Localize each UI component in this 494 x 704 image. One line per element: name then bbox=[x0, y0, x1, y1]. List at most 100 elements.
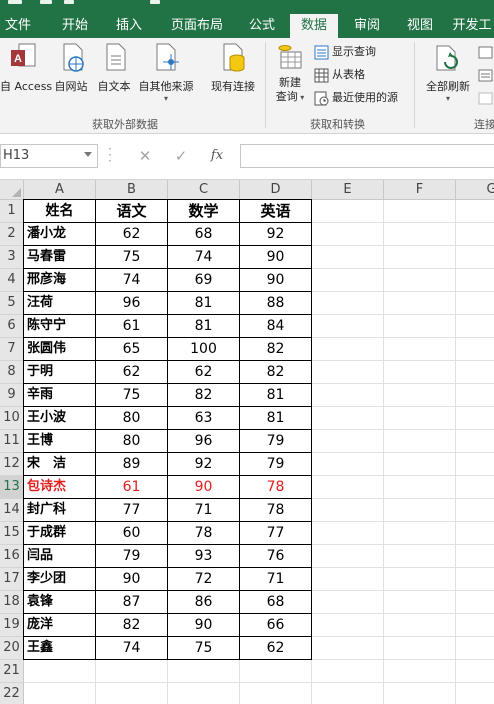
cell-b5[interactable]: 96 bbox=[96, 292, 168, 315]
cell-f2[interactable] bbox=[384, 223, 456, 246]
column-header-b[interactable]: B bbox=[96, 180, 168, 200]
cell-g2[interactable] bbox=[456, 223, 494, 246]
cell-a18[interactable]: 袁锋 bbox=[24, 591, 96, 614]
row-header-20[interactable]: 20 bbox=[0, 637, 24, 660]
cell-a11[interactable]: 王博 bbox=[24, 430, 96, 453]
cell-g8[interactable] bbox=[456, 361, 494, 384]
cell-a2[interactable]: 潘小龙 bbox=[24, 223, 96, 246]
tab-0[interactable]: 文件 bbox=[0, 14, 36, 38]
tab-8[interactable]: 开发工 bbox=[450, 14, 494, 38]
cell-a19[interactable]: 庞洋 bbox=[24, 614, 96, 637]
cell-e10[interactable] bbox=[312, 407, 384, 430]
cell-f19[interactable] bbox=[384, 614, 456, 637]
tab-5[interactable]: 数据 bbox=[290, 14, 338, 38]
select-all-button[interactable] bbox=[0, 180, 24, 200]
column-header-f[interactable]: F bbox=[384, 180, 456, 200]
cell-e6[interactable] bbox=[312, 315, 384, 338]
cell-b4[interactable]: 74 bbox=[96, 269, 168, 292]
cell-a5[interactable]: 汪荷 bbox=[24, 292, 96, 315]
cell-b9[interactable]: 75 bbox=[96, 384, 168, 407]
cell-c13[interactable]: 90 bbox=[168, 476, 240, 499]
cell-d13[interactable]: 78 bbox=[240, 476, 312, 499]
row-header-11[interactable]: 11 bbox=[0, 430, 24, 453]
cell-c20[interactable]: 75 bbox=[168, 637, 240, 660]
cell-b3[interactable]: 75 bbox=[96, 246, 168, 269]
cell-a4[interactable]: 邢彦海 bbox=[24, 269, 96, 292]
cell-d14[interactable]: 78 bbox=[240, 499, 312, 522]
cell-a15[interactable]: 于成群 bbox=[24, 522, 96, 545]
column-header-e[interactable]: E bbox=[312, 180, 384, 200]
row-header-14[interactable]: 14 bbox=[0, 499, 24, 522]
cell-g14[interactable] bbox=[456, 499, 494, 522]
cell-e9[interactable] bbox=[312, 384, 384, 407]
cell-f1[interactable] bbox=[384, 200, 456, 223]
cell-g17[interactable] bbox=[456, 568, 494, 591]
cell-c22[interactable] bbox=[168, 683, 240, 704]
column-header-c[interactable]: C bbox=[168, 180, 240, 200]
row-header-21[interactable]: 21 bbox=[0, 660, 24, 683]
cell-e11[interactable] bbox=[312, 430, 384, 453]
row-header-1[interactable]: 1 bbox=[0, 200, 24, 223]
cell-g16[interactable] bbox=[456, 545, 494, 568]
formula-bar-grip-icon[interactable]: · · · bbox=[108, 143, 112, 167]
properties-small-button[interactable] bbox=[478, 65, 494, 85]
cell-e2[interactable] bbox=[312, 223, 384, 246]
row-header-4[interactable]: 4 bbox=[0, 269, 24, 292]
row-header-8[interactable]: 8 bbox=[0, 361, 24, 384]
cell-b1[interactable]: 语文 bbox=[96, 200, 168, 223]
tab-4[interactable]: 公式 bbox=[240, 14, 284, 38]
row-header-18[interactable]: 18 bbox=[0, 591, 24, 614]
cell-f21[interactable] bbox=[384, 660, 456, 683]
cell-a16[interactable]: 闫品 bbox=[24, 545, 96, 568]
cell-b14[interactable]: 77 bbox=[96, 499, 168, 522]
cell-c15[interactable]: 78 bbox=[168, 522, 240, 545]
cell-e5[interactable] bbox=[312, 292, 384, 315]
from-web-button[interactable]: 自网站 bbox=[50, 42, 92, 94]
cell-d19[interactable]: 66 bbox=[240, 614, 312, 637]
show-queries-button[interactable]: 显示查询 bbox=[314, 42, 376, 62]
cell-g19[interactable] bbox=[456, 614, 494, 637]
cell-d5[interactable]: 88 bbox=[240, 292, 312, 315]
cell-g10[interactable] bbox=[456, 407, 494, 430]
row-header-6[interactable]: 6 bbox=[0, 315, 24, 338]
cell-c14[interactable]: 71 bbox=[168, 499, 240, 522]
cell-g13[interactable] bbox=[456, 476, 494, 499]
cell-c4[interactable]: 69 bbox=[168, 269, 240, 292]
cancel-button[interactable]: ✕ bbox=[130, 146, 160, 166]
cell-g9[interactable] bbox=[456, 384, 494, 407]
cell-d21[interactable] bbox=[240, 660, 312, 683]
cell-a10[interactable]: 王小波 bbox=[24, 407, 96, 430]
cell-e16[interactable] bbox=[312, 545, 384, 568]
from-other-sources-button[interactable]: 自其他来源 ▾ bbox=[135, 42, 197, 103]
cell-g11[interactable] bbox=[456, 430, 494, 453]
cell-e12[interactable] bbox=[312, 453, 384, 476]
cell-b12[interactable]: 89 bbox=[96, 453, 168, 476]
cell-f13[interactable] bbox=[384, 476, 456, 499]
cell-f4[interactable] bbox=[384, 269, 456, 292]
cell-e22[interactable] bbox=[312, 683, 384, 704]
cell-a21[interactable] bbox=[24, 660, 96, 683]
cell-c11[interactable]: 96 bbox=[168, 430, 240, 453]
cell-a14[interactable]: 封广科 bbox=[24, 499, 96, 522]
row-header-7[interactable]: 7 bbox=[0, 338, 24, 361]
cell-f15[interactable] bbox=[384, 522, 456, 545]
cell-b13[interactable]: 61 bbox=[96, 476, 168, 499]
cell-d18[interactable]: 68 bbox=[240, 591, 312, 614]
cell-f12[interactable] bbox=[384, 453, 456, 476]
cell-d10[interactable]: 81 bbox=[240, 407, 312, 430]
cell-g1[interactable] bbox=[456, 200, 494, 223]
connections-small-button[interactable] bbox=[478, 42, 494, 62]
cell-d15[interactable]: 77 bbox=[240, 522, 312, 545]
row-header-9[interactable]: 9 bbox=[0, 384, 24, 407]
cell-e4[interactable] bbox=[312, 269, 384, 292]
cell-b15[interactable]: 60 bbox=[96, 522, 168, 545]
cell-g18[interactable] bbox=[456, 591, 494, 614]
cell-d2[interactable]: 92 bbox=[240, 223, 312, 246]
cell-b6[interactable]: 61 bbox=[96, 315, 168, 338]
cell-e1[interactable] bbox=[312, 200, 384, 223]
cell-b21[interactable] bbox=[96, 660, 168, 683]
row-header-12[interactable]: 12 bbox=[0, 453, 24, 476]
cell-f18[interactable] bbox=[384, 591, 456, 614]
row-header-3[interactable]: 3 bbox=[0, 246, 24, 269]
cell-c19[interactable]: 90 bbox=[168, 614, 240, 637]
